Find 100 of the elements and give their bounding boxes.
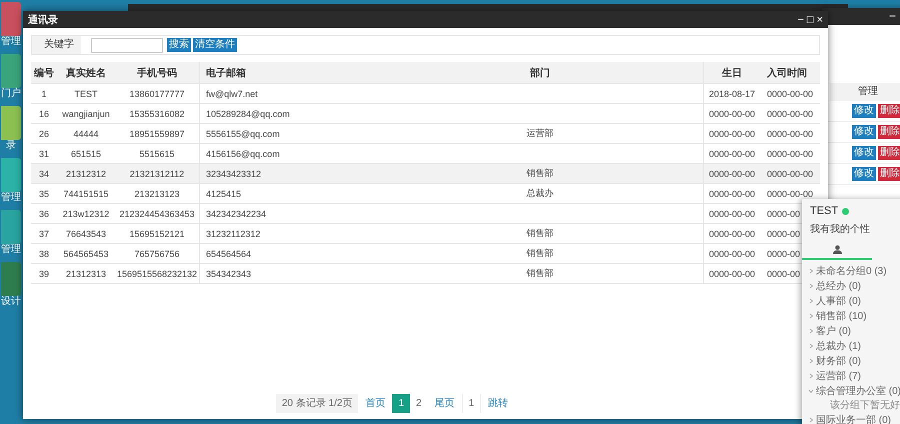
window-title: 通讯录: [28, 14, 58, 26]
table-cell: 5556155@qq.com: [200, 124, 377, 144]
table-cell: 37: [31, 224, 57, 244]
table-cell: 35: [31, 184, 57, 204]
app-label[interactable]: 录: [6, 140, 16, 152]
page-input[interactable]: 1: [462, 394, 482, 413]
table-cell: 34: [31, 164, 57, 184]
search-button[interactable]: 搜索: [167, 38, 191, 52]
jump-link[interactable]: 跳转: [481, 394, 516, 413]
table-cell: 运营部: [377, 124, 704, 144]
table-cell: 0000-00-00: [760, 84, 820, 104]
group-item[interactable]: 销售部 (10): [808, 308, 900, 323]
delete-button[interactable]: 删除: [878, 146, 900, 160]
app-label[interactable]: 设计: [1, 296, 21, 308]
group-item[interactable]: 人事部 (0): [808, 293, 900, 308]
app-tile-icon[interactable]: [1, 106, 21, 140]
window-control-button[interactable]: ×: [816, 14, 823, 26]
app-tile-icon[interactable]: [1, 210, 21, 244]
table-cell: 销售部: [377, 224, 704, 244]
column-header: 入司时间: [760, 62, 820, 84]
table-cell: TEST: [57, 84, 115, 104]
table-cell: 18951559897: [115, 124, 200, 144]
search-label: 关键字: [32, 36, 81, 54]
table-cell: 2018-08-17: [704, 84, 760, 104]
table-cell: 76643543: [57, 224, 115, 244]
table-cell: 654564564: [200, 244, 377, 264]
edit-button[interactable]: 修改: [852, 104, 876, 118]
search-button[interactable]: 清空条件: [193, 38, 237, 52]
table-cell: 总裁办: [377, 184, 704, 204]
table-cell: 39: [31, 264, 57, 284]
column-header: 生日: [704, 62, 760, 84]
column-header: 电子邮箱: [200, 62, 377, 84]
person-icon: [832, 244, 842, 254]
table-cell: 36: [31, 204, 57, 224]
search-field[interactable]: [91, 38, 163, 52]
delete-button[interactable]: 删除: [878, 167, 900, 181]
app-label[interactable]: 管理: [1, 244, 21, 256]
column-header: 部门: [377, 62, 704, 84]
edit-button[interactable]: 修改: [852, 125, 876, 139]
first-page-link[interactable]: 首页: [358, 394, 392, 413]
table-cell: 26: [31, 124, 57, 144]
minimize-button[interactable]: −: [888, 8, 896, 25]
table-cell: 354342343: [200, 264, 377, 284]
table-cell: 0000-00-00: [760, 104, 820, 124]
table-cell: 0000-00-00: [704, 244, 760, 264]
table-cell: 4125415: [200, 184, 377, 204]
table-cell: 0000-00-00: [760, 124, 820, 144]
app-label[interactable]: 管理: [1, 36, 21, 48]
group-item[interactable]: 财务部 (0): [808, 353, 900, 368]
delete-button[interactable]: 删除: [878, 104, 900, 118]
last-page-link[interactable]: 尾页: [428, 394, 462, 413]
table-cell: 销售部: [377, 264, 704, 284]
table-cell: 销售部: [377, 164, 704, 184]
app-label[interactable]: 管理: [1, 192, 21, 204]
column-header: 手机号码: [115, 62, 200, 84]
app-label[interactable]: 门户: [1, 88, 21, 100]
table-cell: 213213123: [115, 184, 200, 204]
page-link[interactable]: 2: [410, 394, 428, 413]
table-cell: wangjianjun: [57, 104, 115, 124]
table-cell: 744151515: [57, 184, 115, 204]
table-cell: 32343423312: [200, 164, 377, 184]
group-item[interactable]: 综合管理办公室 (0): [808, 383, 900, 398]
table-cell: 31232112312: [200, 224, 377, 244]
table-cell: 0000-00-00: [704, 104, 760, 124]
table-cell: 342342342234: [200, 204, 377, 224]
table-cell: 0000-00-00: [704, 164, 760, 184]
app-tile-icon[interactable]: [1, 54, 21, 88]
table-cell: 21321312112: [115, 164, 200, 184]
delete-button[interactable]: 删除: [878, 125, 900, 139]
edit-button[interactable]: 修改: [852, 167, 876, 181]
table-cell: 1569515568232132: [115, 264, 200, 284]
table-cell: 105289284@qq.com: [200, 104, 377, 124]
table-cell: 13860177777: [115, 84, 200, 104]
app-tile-icon[interactable]: [1, 158, 21, 192]
table-cell: 44444: [57, 124, 115, 144]
table-cell: 0000-00-00: [704, 204, 760, 224]
table-cell: 21312312: [57, 164, 115, 184]
window-control-button[interactable]: □: [806, 14, 814, 26]
app-tile-icon[interactable]: [1, 2, 21, 36]
table-cell: 21312313: [57, 264, 115, 284]
table-cell: 213w12312: [57, 204, 115, 224]
app-tile-icon[interactable]: [1, 262, 21, 296]
group-item[interactable]: 客户 (0): [808, 323, 900, 338]
table-cell: 0000-00-00: [760, 164, 820, 184]
table-cell: 0000-00-00: [704, 264, 760, 284]
column-header: 编号: [31, 62, 57, 84]
table-cell: 0000-00-00: [704, 184, 760, 204]
group-item[interactable]: 运营部 (7): [808, 368, 900, 383]
group-item[interactable]: 总裁办 (1): [808, 338, 900, 353]
table-cell: 38: [31, 244, 57, 264]
window-control-button[interactable]: −: [797, 14, 804, 26]
table-cell: 1: [31, 84, 57, 104]
table-cell: 564565453: [57, 244, 115, 264]
table-cell: 765756756: [115, 244, 200, 264]
empty-note: 该分组下暂无好: [829, 398, 900, 412]
page-link[interactable]: 1: [392, 394, 410, 413]
table-cell: 0000-00-00: [704, 124, 760, 144]
table-cell: 212324454363453: [115, 204, 200, 224]
edit-button[interactable]: 修改: [852, 146, 876, 160]
table-cell: 16: [31, 104, 57, 124]
